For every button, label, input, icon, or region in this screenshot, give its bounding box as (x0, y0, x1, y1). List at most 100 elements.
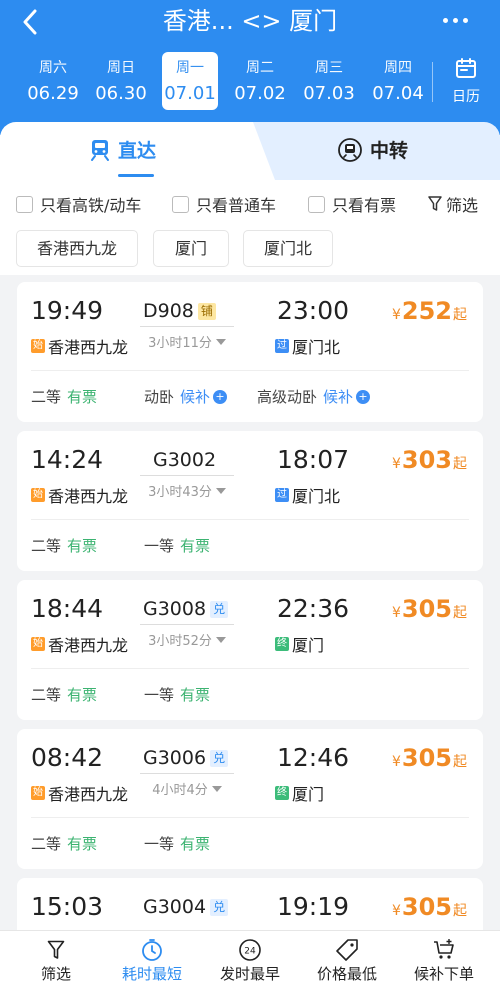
caret-down-icon (215, 338, 226, 345)
nav-label: 耗时最短 (121, 965, 182, 983)
nav-waitlist-order[interactable]: 候补下单 (394, 937, 494, 984)
plus-icon: + (356, 389, 371, 404)
filter-normal-checkbox[interactable]: 只看普通车 (172, 192, 276, 216)
date-item[interactable]: 周三 07.03 (298, 52, 360, 110)
departure-time: 08:42 (31, 743, 104, 772)
departure-time: 19:49 (31, 296, 104, 325)
dot-icon (443, 18, 448, 23)
station-chip[interactable]: 厦门北 (243, 230, 333, 267)
arrival-station-name: 厦门北 (292, 487, 341, 506)
price-value: 305 (401, 893, 452, 921)
price-suffix: 起 (453, 605, 467, 621)
divider (31, 519, 469, 520)
seat-class: 二等 (31, 388, 62, 406)
station-chip[interactable]: 厦门 (153, 230, 229, 267)
tab-transfer-label[interactable]: 中转 (338, 136, 408, 163)
seat-status: 候补 (180, 388, 211, 406)
seat-class: 一等 (144, 537, 175, 555)
date-item[interactable]: 周日 06.30 (90, 52, 152, 110)
nav-lowest-price[interactable]: 价格最低 (297, 937, 397, 984)
duration-dropdown[interactable]: 3小时52分 (140, 624, 234, 649)
currency-symbol: ¥ (391, 754, 401, 770)
waitlist-button[interactable]: 候补 + (323, 386, 371, 407)
back-button[interactable] (10, 4, 50, 40)
date-value: 07.02 (234, 83, 286, 104)
date-selector: 周六 06.29 周日 06.30 周一 07.01 周二 07.02 周三 0… (0, 52, 500, 112)
duration-dropdown[interactable]: 3小时11分 (140, 326, 234, 351)
svg-text:24: 24 (244, 947, 256, 957)
nav-label: 筛选 (40, 965, 71, 983)
seat-class: 一等 (144, 686, 175, 704)
date-weekday: 周三 (315, 60, 343, 76)
date-value: 07.04 (372, 83, 424, 104)
calendar-button[interactable]: 日历 (444, 56, 488, 106)
date-item[interactable]: 周六 06.29 (22, 52, 84, 110)
filter-button-label: 筛选 (446, 196, 479, 215)
arrival-time: 19:19 (277, 892, 350, 921)
seat-status: 有票 (67, 388, 98, 406)
filter-label: 只看高铁/动车 (40, 196, 142, 215)
seat-status: 有票 (67, 686, 98, 704)
checkbox-icon (16, 195, 33, 213)
arrival-time: 12:46 (277, 743, 350, 772)
seat-class: 动卧 (144, 388, 175, 406)
train-number: G3002 (153, 449, 216, 471)
departure-time: 18:44 (31, 594, 104, 623)
departure-station-name: 香港西九龙 (48, 785, 129, 804)
date-value: 06.30 (95, 83, 147, 104)
date-weekday: 周日 (107, 60, 135, 76)
train-number: D908 铺 (143, 300, 216, 322)
departure-station: 始 香港西九龙 (31, 781, 128, 805)
date-value: 07.03 (303, 83, 355, 104)
seat-class: 二等 (31, 835, 62, 853)
seat-status: 有票 (180, 835, 211, 853)
seat-status: 有票 (67, 537, 98, 555)
train-card[interactable]: 15:03 G3004 兑 19:19 ¥ 305 起 (17, 878, 483, 938)
nav-earliest-departure[interactable]: 24 发时最早 (200, 937, 300, 984)
date-item-selected[interactable]: 周一 07.01 (162, 52, 218, 110)
price-value: 303 (401, 446, 452, 474)
caret-down-icon (215, 487, 226, 494)
date-weekday: 周一 (176, 60, 204, 76)
seat-info: 动卧 候补 + (144, 386, 228, 407)
train-icon (91, 139, 109, 161)
arrival-time: 23:00 (277, 296, 350, 325)
filter-available-checkbox[interactable]: 只看有票 (308, 192, 396, 216)
duration-dropdown[interactable]: 4小时4分 (140, 773, 234, 798)
price-value: 252 (401, 297, 452, 325)
price-suffix: 起 (453, 307, 467, 323)
date-value: 06.29 (27, 83, 79, 104)
nav-filter[interactable]: 筛选 (6, 937, 106, 984)
train-card[interactable]: 18:44 G3008 兑 22:36 ¥ 305 起 始 香港西九龙 3小时5… (17, 580, 483, 720)
more-button[interactable] (443, 18, 468, 23)
seat-info: 二等 有票 (31, 386, 97, 407)
plus-icon: + (213, 389, 228, 404)
train-card[interactable]: 14:24 G3002 18:07 ¥ 303 起 始 香港西九龙 3小时43分… (17, 431, 483, 571)
departure-station: 始 香港西九龙 (31, 334, 128, 358)
train-card[interactable]: 08:42 G3006 兑 12:46 ¥ 305 起 始 香港西九龙 4小时4… (17, 729, 483, 869)
dot-icon (453, 18, 458, 23)
date-weekday: 周四 (384, 60, 412, 76)
nav-shortest-duration[interactable]: 耗时最短 (102, 937, 202, 984)
duration-text: 3小时52分 (148, 634, 212, 649)
train-card[interactable]: 19:49 D908 铺 23:00 ¥ 252 起 始 香港西九龙 3小时11… (17, 282, 483, 422)
price-suffix: 起 (453, 903, 467, 919)
caret-down-icon (211, 785, 222, 792)
station-chip[interactable]: 香港西九龙 (16, 230, 138, 267)
duration-dropdown[interactable]: 3小时43分 (140, 475, 234, 500)
price: ¥ 305 起 (392, 595, 467, 623)
date-item[interactable]: 周四 07.04 (367, 52, 429, 110)
seat-status: 有票 (180, 686, 211, 704)
tab-transfer-text: 中转 (370, 140, 409, 162)
seat-class: 高级动卧 (257, 388, 318, 406)
seat-info: 一等 有票 (144, 833, 210, 854)
transfer-train-icon (338, 137, 362, 162)
arrival-time: 18:07 (277, 445, 350, 474)
arrival-station: 过 厦门北 (275, 334, 340, 358)
tab-direct-label[interactable]: 直达 (90, 136, 156, 163)
filter-button[interactable]: 筛选 (428, 192, 478, 216)
seat-info: 一等 有票 (144, 535, 210, 556)
filter-high-speed-checkbox[interactable]: 只看高铁/动车 (16, 192, 141, 216)
date-item[interactable]: 周二 07.02 (229, 52, 291, 110)
waitlist-button[interactable]: 候补 + (180, 386, 228, 407)
